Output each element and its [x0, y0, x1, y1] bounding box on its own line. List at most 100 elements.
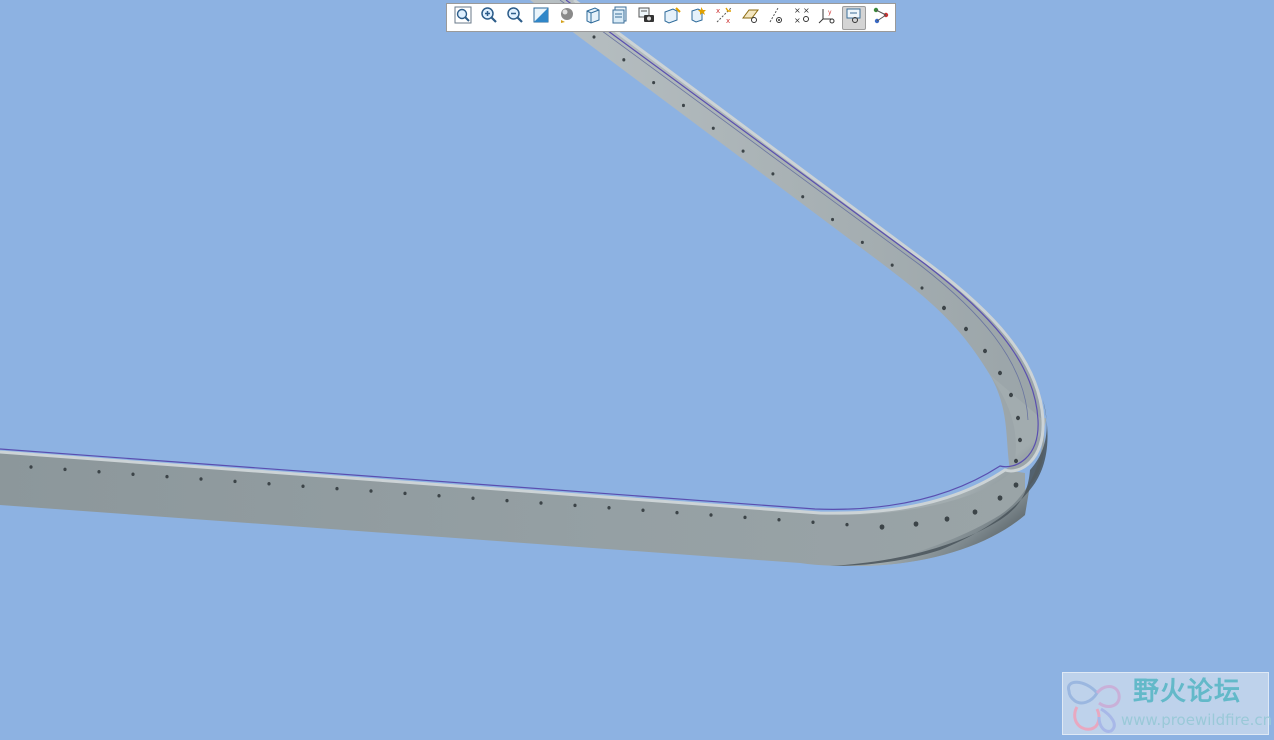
section-cube-icon	[662, 5, 682, 30]
mounting-hole	[831, 217, 835, 222]
display-style-button[interactable]	[555, 6, 579, 30]
refit-button[interactable]	[451, 6, 475, 30]
mounting-hole	[1013, 482, 1019, 488]
mounting-hole	[942, 305, 946, 311]
mounting-hole	[681, 103, 685, 108]
mounting-hole	[997, 495, 1003, 501]
camera-icon	[636, 5, 656, 30]
mounting-hole	[709, 513, 713, 517]
mounting-hole	[573, 503, 577, 508]
flex-strip-model[interactable]	[0, 0, 1048, 566]
svg-text:×: ×	[794, 16, 801, 25]
mounting-hole	[607, 506, 611, 510]
mounting-hole	[505, 498, 509, 503]
mounting-hole	[592, 35, 596, 39]
mounting-hole	[267, 482, 271, 486]
mounting-hole	[622, 58, 626, 62]
svg-text:x: x	[716, 7, 720, 15]
mounting-hole	[1009, 392, 1013, 398]
view-cube-icon	[583, 5, 603, 30]
datum-point-icon: × × ×	[792, 5, 812, 30]
mounting-hole	[743, 515, 747, 520]
mounting-hole	[97, 470, 101, 474]
repaint-icon	[531, 5, 551, 30]
network-display-button[interactable]	[869, 6, 893, 30]
view-toolbar: x x × × × y	[446, 3, 896, 32]
svg-text:y: y	[828, 9, 832, 16]
zoom-out-icon	[505, 5, 525, 30]
mounting-hole	[199, 477, 203, 481]
spin-center-button[interactable]	[686, 6, 710, 30]
mounting-hole	[801, 195, 805, 199]
datum-axis-icon	[766, 5, 786, 30]
repaint-button[interactable]	[529, 6, 553, 30]
network-icon	[871, 5, 891, 30]
mounting-hole	[711, 126, 715, 130]
plane-display-button[interactable]	[738, 6, 762, 30]
mounting-hole	[1014, 458, 1018, 464]
svg-text:×: ×	[803, 6, 810, 15]
datum-display-icon: xx	[714, 5, 734, 30]
3d-model-viewport[interactable]	[0, 0, 1274, 740]
mounting-hole	[369, 489, 373, 493]
mounting-hole	[1016, 415, 1020, 421]
watermark-url: www.proewildfire.cn	[1121, 711, 1273, 729]
mounting-hole	[964, 326, 968, 332]
mounting-hole	[890, 263, 894, 267]
saved-orientations-button[interactable]	[581, 6, 605, 30]
axis-display-button[interactable]	[764, 6, 788, 30]
svg-text:x: x	[726, 17, 730, 25]
mounting-hole	[845, 522, 849, 527]
datum-plane-icon	[740, 5, 760, 30]
mounting-hole	[63, 467, 67, 472]
datum-display-button[interactable]: xx	[712, 6, 736, 30]
zoom-out-button[interactable]	[503, 6, 527, 30]
perspective-view-button[interactable]	[634, 6, 658, 30]
csys-icon: y	[818, 5, 838, 30]
mounting-hole	[972, 509, 978, 515]
shading-sphere-icon	[557, 5, 577, 30]
mounting-hole	[29, 465, 33, 469]
zoom-in-button[interactable]	[477, 6, 501, 30]
mounting-hole	[771, 172, 775, 176]
forum-watermark: 野火论坛 www.proewildfire.cn	[1062, 672, 1273, 735]
mounting-hole	[301, 484, 305, 488]
view-manager-button[interactable]	[608, 6, 632, 30]
mounting-hole	[641, 508, 645, 512]
mounting-hole	[998, 370, 1002, 376]
mounting-hole	[920, 286, 924, 290]
view-manager-icon	[610, 5, 630, 30]
annotation-display-button[interactable]	[842, 5, 867, 30]
mounting-hole	[913, 521, 919, 527]
mounting-hole	[403, 491, 407, 496]
mounting-hole	[131, 472, 135, 476]
mounting-hole	[879, 524, 885, 530]
mounting-hole	[539, 501, 543, 505]
mounting-hole	[437, 494, 441, 498]
mounting-hole	[777, 518, 781, 522]
mounting-hole	[471, 496, 475, 500]
mounting-hole	[811, 520, 815, 524]
mounting-hole	[983, 348, 987, 354]
annotation-display-icon	[844, 5, 864, 30]
mounting-hole	[233, 479, 237, 484]
mounting-holes	[29, 35, 1022, 530]
mounting-hole	[675, 510, 679, 515]
mounting-hole	[165, 474, 169, 479]
mounting-hole	[860, 240, 864, 245]
mounting-hole	[335, 486, 339, 491]
section-button[interactable]	[660, 6, 684, 30]
zoom-in-icon	[479, 5, 499, 30]
mounting-hole	[741, 149, 745, 153]
point-display-button[interactable]: × × ×	[790, 6, 814, 30]
csys-display-button[interactable]: y	[816, 6, 840, 30]
mounting-hole	[652, 80, 656, 85]
strip-lower-face	[0, 452, 1025, 566]
mounting-hole	[1018, 437, 1022, 443]
strip-upper-face	[530, 0, 1044, 470]
mounting-hole	[944, 516, 950, 522]
zoom-fit-icon	[453, 5, 473, 30]
svg-text:×: ×	[794, 6, 801, 15]
spin-center-icon	[688, 5, 708, 30]
watermark-title: 野火论坛	[1133, 677, 1242, 707]
